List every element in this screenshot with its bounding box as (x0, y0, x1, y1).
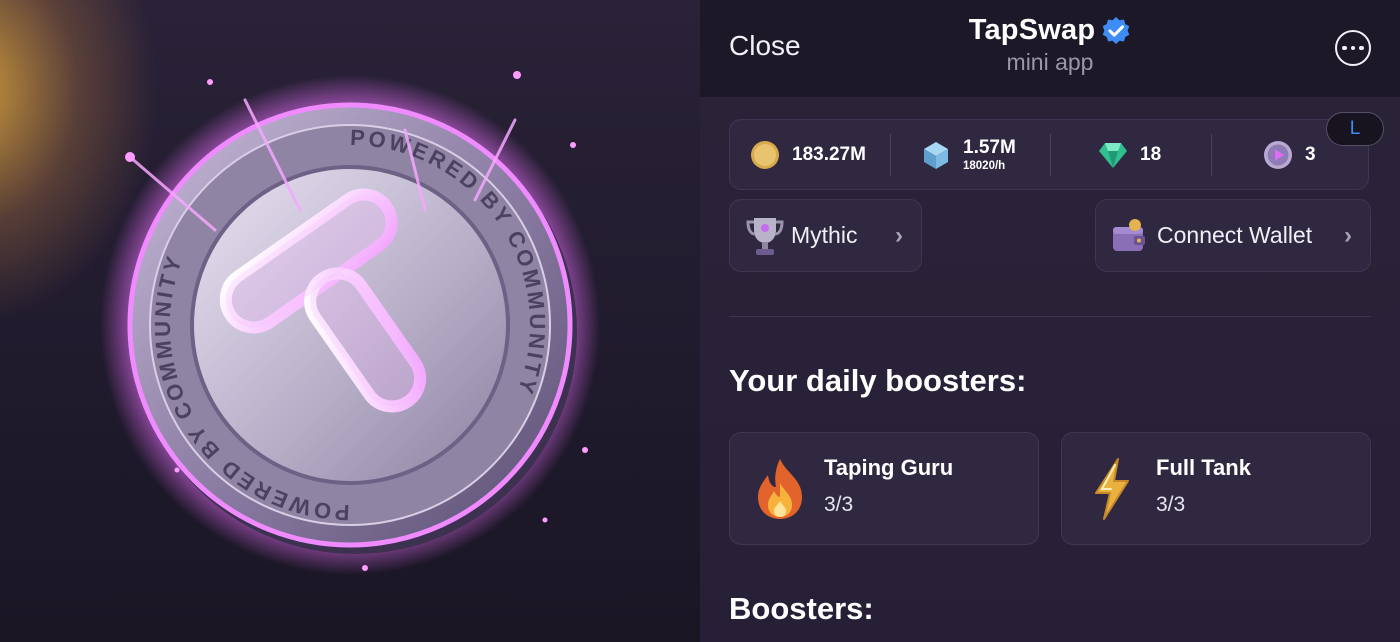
app-subtitle: mini app (1006, 49, 1094, 75)
coin-icon: POWERED BY COMMUNITY POWERED BY COMMUNIT… (100, 71, 600, 575)
booster-name: Taping Guru (824, 455, 954, 480)
divider (890, 134, 891, 176)
emerald-gem-icon (1099, 142, 1127, 168)
coins-value: 183.27M (792, 143, 866, 165)
stat-gems[interactable]: 18 (1098, 120, 1161, 189)
booster-count: 3/3 (1156, 493, 1186, 516)
stat-shares[interactable]: 1.57M 18020/h (921, 120, 1016, 189)
chevron-right-icon: › (1344, 221, 1352, 249)
dot-icon (1359, 45, 1364, 51)
wallet-icon (1113, 218, 1145, 251)
tapswap-mini-app: Close TapSwap mini app 183.27M 1.57M 180… (700, 0, 1400, 642)
tickets-value: 3 (1305, 143, 1316, 165)
trophy-icon (746, 217, 784, 255)
booster-card-taping-guru[interactable]: Taping Guru 3/3 (729, 432, 1039, 545)
fire-icon (758, 459, 802, 519)
dot-icon (1350, 45, 1356, 51)
stat-coins[interactable]: 183.27M (750, 120, 866, 189)
app-title-row: TapSwap (969, 14, 1132, 47)
verified-badge-icon (1102, 16, 1130, 44)
ice-cube-icon (924, 141, 948, 169)
stat-tickets[interactable]: 3 (1263, 120, 1316, 189)
connect-wallet-button[interactable]: Connect Wallet › (1095, 199, 1371, 272)
league-button[interactable]: Mythic › (729, 199, 922, 272)
level-badge[interactable]: L (1326, 112, 1384, 146)
wallet-label: Connect Wallet (1157, 222, 1313, 248)
app-title: TapSwap (968, 14, 1096, 46)
coin-artwork-panel: POWERED BY COMMUNITY POWERED BY COMMUNIT… (0, 0, 700, 642)
app-content: 183.27M 1.57M 18020/h 18 3 L Mythic › Co… (700, 97, 1400, 642)
boosters-title: Boosters: (729, 591, 874, 626)
play-token-icon (1264, 140, 1292, 169)
shares-rate: 18020/h (963, 160, 1006, 172)
lightning-icon (1095, 458, 1129, 520)
booster-card-full-tank[interactable]: Full Tank 3/3 (1061, 432, 1371, 545)
section-divider (729, 316, 1371, 317)
tap-coin[interactable]: POWERED BY COMMUNITY POWERED BY COMMUNIT… (95, 70, 605, 580)
gold-coin-icon (751, 140, 779, 169)
shares-value: 1.57M (963, 137, 1016, 158)
daily-boosters-title: Your daily boosters: (729, 363, 1027, 398)
app-header: Close TapSwap mini app (700, 0, 1400, 97)
divider (1050, 134, 1051, 176)
league-label: Mythic (791, 222, 858, 248)
shares-block: 1.57M 18020/h (963, 137, 1016, 172)
booster-name: Full Tank (1156, 455, 1251, 480)
more-options-button[interactable] (1335, 30, 1371, 66)
stats-bar: 183.27M 1.57M 18020/h 18 3 (729, 119, 1369, 190)
chevron-right-icon: › (895, 221, 903, 249)
divider (1211, 134, 1212, 176)
booster-count: 3/3 (824, 493, 854, 516)
title-block: TapSwap mini app (700, 14, 1400, 76)
gems-value: 18 (1140, 143, 1162, 165)
dot-icon (1342, 45, 1347, 51)
